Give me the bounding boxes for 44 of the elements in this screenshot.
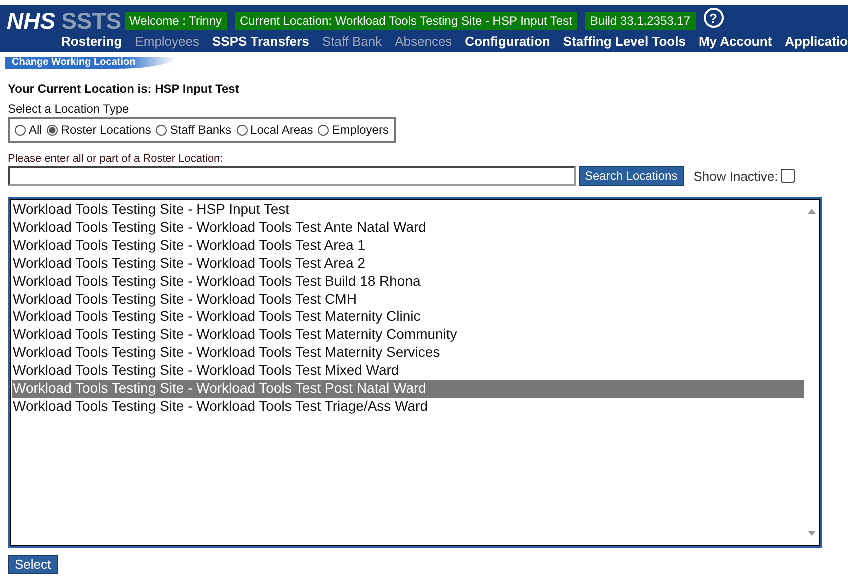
location-item[interactable]: Workload Tools Testing Site - Workload Tools Test CMH	[12, 290, 804, 308]
location-type-label: All	[29, 123, 42, 137]
location-item[interactable]: Workload Tools Testing Site - Workload Tools Test Maternity Services	[12, 344, 804, 362]
nav-link[interactable]: My Account	[698, 34, 772, 49]
nav-link[interactable]: Rostering	[62, 34, 122, 49]
location-item[interactable]: Workload Tools Testing Site - Workload Tools Test Area 1	[12, 236, 804, 255]
nav-link[interactable]: Staffing Level Tools	[563, 34, 686, 49]
location-type-label: Select a Location Type	[8, 102, 130, 116]
location-type-label: Local Areas	[250, 123, 314, 137]
radio-button[interactable]	[236, 124, 248, 136]
scroll-up-icon[interactable]	[807, 207, 817, 215]
location-item[interactable]: Workload Tools Testing Site - Workload Tools Test Build 18 Rhona	[12, 272, 804, 291]
location-item[interactable]: Workload Tools Testing Site - Workload Tools Test Area 2	[12, 254, 804, 273]
location-type-label: Roster Locations	[61, 123, 152, 137]
nav-link[interactable]: Applicatio	[785, 34, 848, 49]
scroll-down-icon[interactable]	[807, 530, 817, 538]
search-field[interactable]	[8, 166, 576, 186]
nav-link[interactable]: Configuration	[465, 34, 550, 49]
location-type-label: Staff Banks	[170, 123, 232, 137]
location-item[interactable]: Workload Tools Testing Site - Workload Tools Test Post Natal Ward	[12, 380, 804, 398]
show-inactive-label: Show Inactive:	[694, 168, 778, 184]
nhs-logo: NHS	[7, 8, 56, 35]
location-item[interactable]: Workload Tools Testing Site - Workload Tools Test Triage/Ass Ward	[12, 398, 804, 416]
radio-button[interactable]	[156, 124, 168, 136]
select-button[interactable]: Select	[8, 555, 58, 574]
welcome-label: Welcome : Trinny	[124, 12, 227, 30]
working-location-tab[interactable]: Change Working Location	[5, 57, 176, 69]
radio-button[interactable]	[15, 124, 26, 136]
search-label: Please enter all or part of a Roster Location:	[8, 153, 224, 165]
current-location-heading: Your Current Location is: HSP Input Test	[8, 82, 240, 96]
help-icon[interactable]: ?	[704, 8, 724, 28]
radio-button[interactable]	[318, 124, 330, 136]
nav-link[interactable]: SSPS Transfers	[212, 34, 310, 49]
radio-button[interactable]	[47, 124, 58, 136]
location-item[interactable]: Workload Tools Testing Site - Workload Tools Test Maternity Clinic	[12, 308, 804, 326]
app-name: SSTS	[62, 8, 122, 35]
location-item[interactable]: Workload Tools Testing Site - Workload Tools Test Ante Natal Ward	[12, 218, 804, 237]
location-item[interactable]: Workload Tools Testing Site - HSP Input Test	[12, 201, 804, 219]
build-label: Build 33.1.2353.17	[585, 12, 696, 30]
location-item[interactable]: Workload Tools Testing Site - Workload Tools Test Maternity Community	[12, 326, 804, 344]
location-item[interactable]: Workload Tools Testing Site - Workload Tools Test Mixed Ward	[12, 362, 804, 380]
location-type-label: Employers	[332, 123, 389, 137]
current-location-label: Current Location: Workload Tools Testing Site - HSP Input Test	[235, 12, 578, 30]
search-button[interactable]: Search Locations	[579, 166, 684, 186]
